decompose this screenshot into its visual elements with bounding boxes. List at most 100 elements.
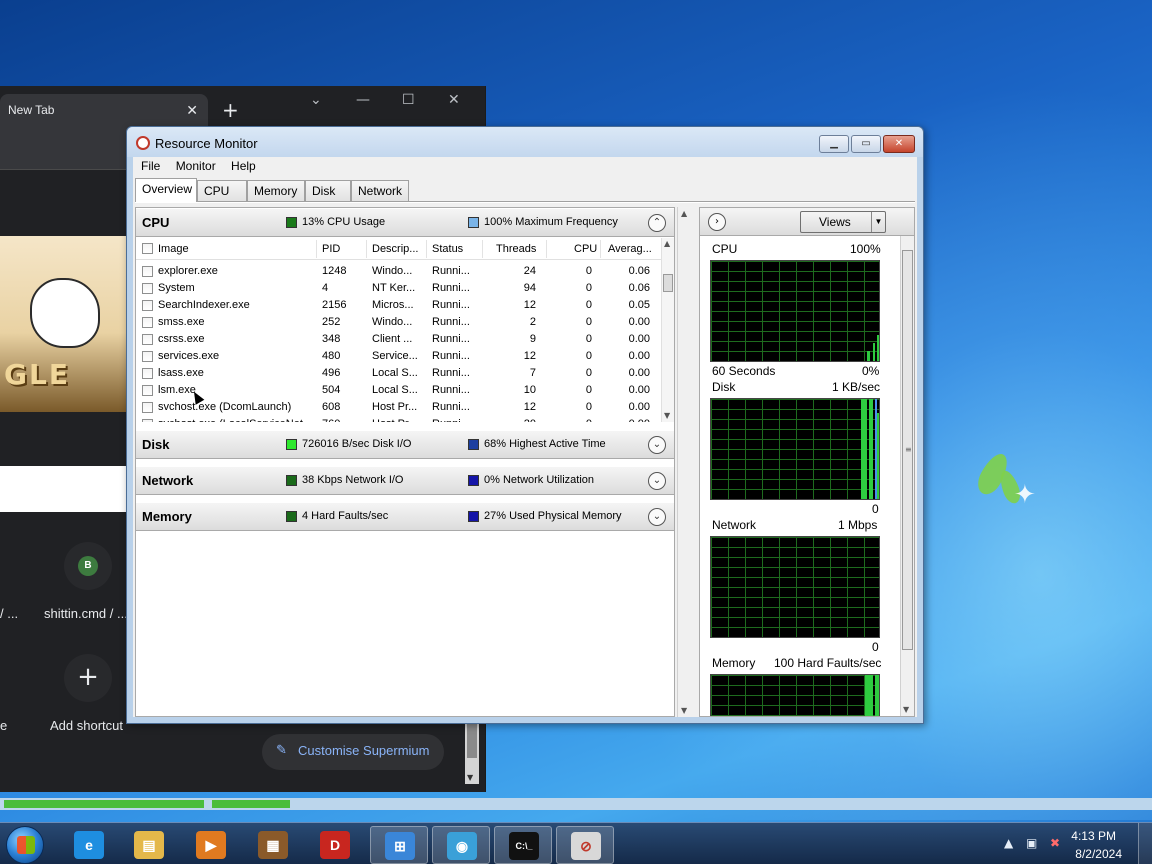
clock-date[interactable]: 8/2/2024 [1075, 847, 1122, 861]
scroll-down-icon[interactable]: ▼ [664, 411, 670, 420]
expand-icon[interactable]: ⌄ [648, 472, 666, 490]
volume-muted-icon[interactable]: ✖ [1050, 836, 1060, 850]
row-checkbox[interactable] [142, 317, 153, 328]
cpu-section-header[interactable]: CPU 13% CPU Usage 100% Maximum Frequency… [136, 208, 674, 237]
table-row[interactable]: svchost.exe (DcomLaunch) 608 Host Pr... Run… [136, 399, 664, 416]
tab-close-icon[interactable]: ✕ [186, 102, 198, 119]
title-bar[interactable]: Resource Monitor ▁ ▭ ✕ [127, 127, 923, 157]
column-image[interactable]: Image [158, 243, 189, 255]
row-checkbox[interactable] [142, 266, 153, 277]
graphs-scrollbar[interactable]: ≡ ▼ [900, 236, 914, 716]
new-tab-button[interactable]: + [222, 98, 239, 122]
column-cpu[interactable]: CPU [574, 243, 597, 255]
column-separator[interactable] [426, 240, 427, 258]
row-checkbox[interactable] [142, 334, 153, 345]
page-scrollbar[interactable]: ▼ [465, 718, 479, 784]
table-row[interactable]: smss.exe 252 Windo... Runni... 2 0 0.00 [136, 314, 664, 331]
tab-memory[interactable]: Memory [247, 180, 305, 201]
scroll-down-icon[interactable]: ▼ [467, 773, 473, 782]
resource-monitor-window[interactable]: Resource Monitor ▁ ▭ ✕ File Monitor Help… [126, 126, 924, 724]
row-checkbox[interactable] [142, 300, 153, 311]
close-button[interactable]: ✕ [883, 135, 915, 153]
taskbar-resource-monitor-button[interactable]: ⊘ [556, 826, 614, 864]
minimize-button[interactable]: ▁ [819, 135, 849, 153]
expand-icon[interactable]: ⌄ [648, 508, 666, 526]
column-separator[interactable] [316, 240, 317, 258]
tab-network[interactable]: Network [351, 180, 409, 201]
scroll-up-icon[interactable]: ▲ [664, 239, 670, 248]
scrollbar-thumb[interactable]: ≡ [902, 250, 913, 650]
table-row[interactable]: System 4 NT Ker... Runni... 94 0 0.06 [136, 280, 664, 297]
menu-monitor[interactable]: Monitor [176, 159, 216, 173]
column-average-cpu[interactable]: Averag... [608, 243, 652, 255]
taskbar-file-explorer-button[interactable]: ▤ [120, 826, 178, 864]
taskbar-browser-app-button[interactable]: ◉ [432, 826, 490, 864]
shortcut-label[interactable]: e [0, 718, 7, 733]
views-button[interactable]: Views ▼ [800, 211, 886, 233]
tab-overview[interactable]: Overview [135, 178, 197, 202]
close-icon[interactable]: ✕ [448, 92, 460, 108]
minimize-icon[interactable]: — [356, 92, 370, 108]
show-desktop-button[interactable] [1138, 823, 1152, 864]
column-description[interactable]: Descrip... [372, 243, 418, 255]
maximize-button[interactable]: ▭ [851, 135, 881, 153]
table-row[interactable]: csrss.exe 348 Client ... Runni... 9 0 0.00 [136, 331, 664, 348]
network-icon[interactable]: ▣ [1026, 836, 1037, 850]
scroll-down-icon[interactable]: ▼ [903, 705, 909, 714]
shortcut-tile[interactable]: B [64, 542, 112, 590]
column-status[interactable]: Status [432, 243, 463, 255]
row-checkbox[interactable] [142, 351, 153, 362]
tab-search-icon[interactable]: ⌄ [310, 92, 322, 108]
expand-icon[interactable]: ⌄ [648, 436, 666, 454]
taskbar-archive-tool-button[interactable]: ▦ [244, 826, 302, 864]
process-table-scrollbar[interactable]: ▲ ▼ [661, 238, 674, 422]
row-checkbox[interactable] [142, 283, 153, 294]
show-hidden-icons-icon[interactable]: ▲ [1004, 836, 1013, 850]
network-section-header[interactable]: Network 38 Kbps Network I/O 0% Network U… [136, 466, 674, 495]
search-input[interactable] [0, 466, 126, 512]
column-separator[interactable] [366, 240, 367, 258]
taskbar-command-prompt-button[interactable]: C:\_ [494, 826, 552, 864]
scrollbar-thumb[interactable] [663, 274, 673, 292]
collapse-icon[interactable]: ⌃ [648, 214, 666, 232]
add-shortcut-button[interactable]: + [64, 654, 112, 702]
table-row[interactable]: lsass.exe 496 Local S... Runni... 7 0 0.00 [136, 365, 664, 382]
clock-time[interactable]: 4:13 PM [1071, 829, 1116, 843]
row-checkbox[interactable] [142, 368, 153, 379]
menu-file[interactable]: File [141, 159, 160, 173]
table-row[interactable]: SearchIndexer.exe 2156 Micros... Runni... 12… [136, 297, 664, 314]
column-separator[interactable] [600, 240, 601, 258]
taskbar-windows-app-button[interactable]: ⊞ [370, 826, 428, 864]
add-shortcut-label[interactable]: Add shortcut [50, 718, 123, 733]
scroll-up-icon[interactable]: ▲ [681, 209, 687, 218]
column-separator[interactable] [482, 240, 483, 258]
shortcut-label[interactable]: / ... [0, 606, 18, 621]
start-button[interactable] [6, 826, 44, 864]
customise-button[interactable]: ✎ Customise Supermium [262, 734, 444, 770]
taskbar-red-d-app-button[interactable]: D [306, 826, 364, 864]
row-checkbox[interactable] [142, 385, 153, 396]
maximize-icon[interactable]: ☐ [402, 92, 415, 108]
expand-right-icon[interactable]: › [708, 213, 726, 231]
left-pane-scrollbar[interactable]: ▲ ▼ [677, 207, 691, 717]
table-row[interactable]: explorer.exe 1248 Windo... Runni... 24 0 0.06 [136, 263, 664, 280]
column-threads[interactable]: Threads [496, 243, 536, 255]
select-all-checkbox[interactable] [142, 243, 153, 254]
table-row[interactable]: svchost.exe (LocalServiceNet... 760 Host P… [136, 416, 664, 422]
tab-cpu[interactable]: CPU [197, 180, 247, 201]
memory-section-header[interactable]: Memory 4 Hard Faults/sec 27% Used Physic… [136, 502, 674, 531]
table-row[interactable]: services.exe 480 Service... Runni... 12 0 0.00 [136, 348, 664, 365]
menu-help[interactable]: Help [231, 159, 256, 173]
scrollbar-thumb[interactable] [467, 724, 477, 758]
taskbar-media-player-button[interactable]: ▶ [182, 826, 240, 864]
table-row[interactable]: lsm.exe 504 Local S... Runni... 10 0 0.00 [136, 382, 664, 399]
taskbar-internet-explorer-button[interactable]: e [60, 826, 118, 864]
scroll-down-icon[interactable]: ▼ [681, 706, 687, 715]
column-pid[interactable]: PID [322, 243, 340, 255]
tab-disk[interactable]: Disk [305, 180, 351, 201]
row-checkbox[interactable] [142, 419, 153, 422]
doodle-image[interactable]: GLE [0, 236, 126, 412]
shortcut-label[interactable]: shittin.cmd / ... [44, 606, 128, 621]
disk-section-header[interactable]: Disk 726016 B/sec Disk I/O 68% Highest A… [136, 430, 674, 459]
dropdown-arrow-icon[interactable]: ▼ [871, 212, 885, 232]
